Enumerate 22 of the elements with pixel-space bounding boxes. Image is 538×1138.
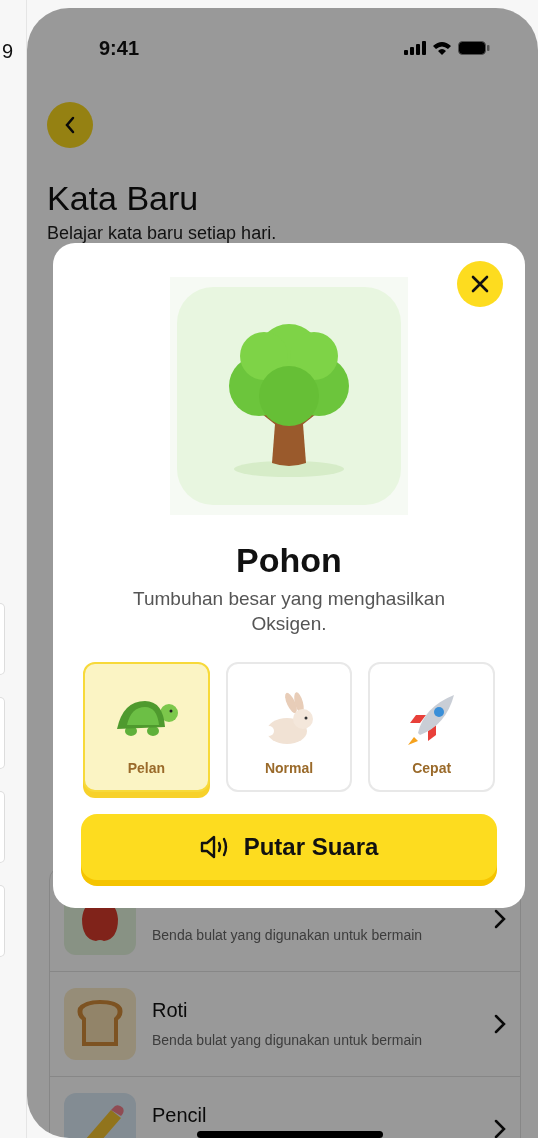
back-button[interactable]: [47, 102, 93, 148]
word-title: Pohon: [236, 541, 342, 580]
close-button[interactable]: [457, 261, 503, 307]
close-icon: [470, 274, 490, 294]
speed-option[interactable]: Normal: [225, 662, 353, 792]
speed-option[interactable]: Cepat: [368, 662, 495, 792]
status-time: 9:41: [99, 36, 140, 60]
signal-icon: [404, 41, 426, 55]
chevron-left-icon: [64, 116, 76, 134]
word-description: Benda bulat yang digunakan untuk bermain: [152, 1032, 423, 1049]
chevron-right-icon[interactable]: [494, 1119, 506, 1138]
word-title: Pencil: [152, 1104, 207, 1127]
word-title: Roti: [152, 999, 188, 1022]
battery-icon: [458, 41, 490, 55]
wifi-icon: [432, 40, 452, 56]
page-subtitle: Belajar kata baru setiap hari.: [47, 222, 278, 244]
word-definition: Tumbuhan besar yang menghasilkan Oksigen.: [132, 587, 446, 636]
clock-text: 9: [2, 40, 14, 63]
word-description: Benda bulat yang digunakan untuk bermain: [152, 927, 423, 944]
chevron-right-icon[interactable]: [494, 1014, 506, 1034]
chevron-right-icon[interactable]: [494, 909, 506, 929]
page-title: Kata Baru: [47, 178, 200, 218]
